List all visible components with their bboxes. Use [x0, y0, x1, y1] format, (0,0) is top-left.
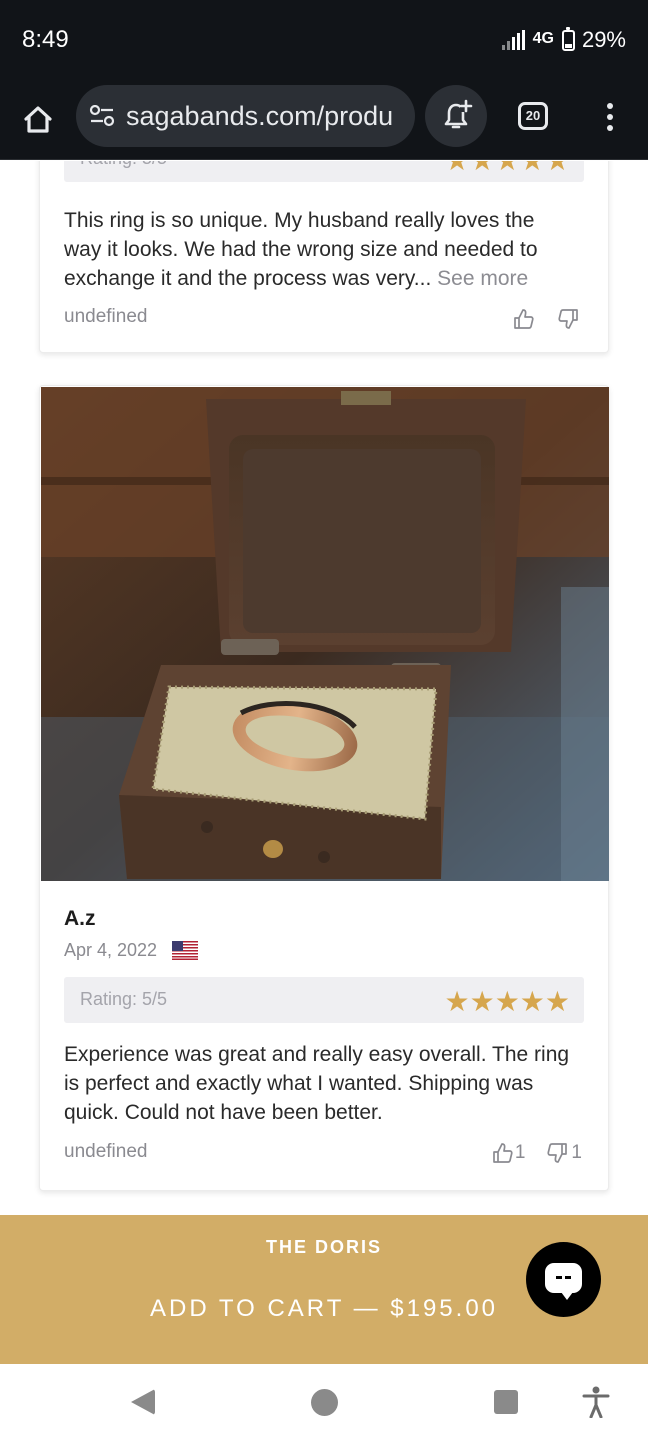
recents-icon[interactable]	[494, 1390, 518, 1414]
thumbs-down-icon	[558, 309, 578, 329]
back-icon[interactable]	[131, 1389, 155, 1415]
chat-button[interactable]	[526, 1242, 601, 1317]
reviews-list[interactable]: Rating: 5/5 ★★★★★ This ring is so unique…	[0, 161, 648, 1215]
star-rating: ★★★★★	[444, 986, 570, 1017]
network-type: 4G	[532, 30, 554, 47]
thumbs-up-icon	[492, 1143, 513, 1163]
ring-box-photo	[41, 387, 609, 881]
home-icon	[24, 106, 52, 133]
rating-label: Rating: 5/5	[80, 161, 167, 169]
review-photo[interactable]	[41, 387, 609, 881]
unhelpful-button[interactable]	[558, 308, 582, 330]
review-source: undefined	[64, 1141, 148, 1162]
site-settings-icon[interactable]	[89, 105, 115, 127]
review-source: undefined	[64, 306, 148, 327]
helpful-button[interactable]: 1	[491, 1142, 526, 1164]
helpful-count: 1	[514, 1142, 526, 1163]
signal-icon	[501, 30, 525, 50]
rating-bar: Rating: 5/5 ★★★★★	[64, 977, 584, 1023]
browser-home-button[interactable]	[18, 100, 58, 140]
status-bar: 8:49 4G 29%	[0, 0, 648, 80]
status-indicators: 4G 29%	[501, 26, 626, 53]
review-card: A.z Apr 4, 2022 Rating: 5/5 ★★★★★ Experi…	[39, 385, 609, 1191]
review-card: Rating: 5/5 ★★★★★ This ring is so unique…	[39, 161, 609, 353]
add-notification-button[interactable]	[425, 85, 487, 147]
chat-icon	[545, 1263, 582, 1300]
unhelpful-button[interactable]: 1	[547, 1142, 582, 1164]
add-notification-icon	[444, 99, 473, 129]
reviewer-name: A.z	[64, 907, 96, 930]
thumbs-up-icon	[514, 309, 534, 329]
more-menu-icon[interactable]	[600, 100, 620, 136]
accessibility-icon[interactable]	[582, 1386, 610, 1418]
helpful-button[interactable]	[512, 308, 536, 330]
thumbs-down-icon	[547, 1143, 568, 1163]
review-text: This ring is so unique. My husband reall…	[64, 206, 574, 293]
rating-label: Rating: 5/5	[80, 989, 168, 1009]
unhelpful-count: 1	[571, 1142, 582, 1163]
screen: 8:49 4G 29% sagabands.com/produ 20 This …	[0, 0, 648, 1440]
star-rating: ★★★★★	[444, 161, 570, 177]
browser-toolbar: sagabands.com/produ 20	[0, 80, 648, 160]
status-time: 8:49	[22, 26, 69, 53]
vote-buttons	[512, 308, 582, 330]
url-text: sagabands.com/produ	[126, 101, 394, 131]
address-bar[interactable]: sagabands.com/produ	[76, 85, 415, 147]
home-circle-icon[interactable]	[311, 1389, 338, 1416]
review-text: Experience was great and really easy ove…	[64, 1043, 570, 1124]
vote-buttons: 1 1	[491, 1142, 582, 1164]
tab-switcher-button[interactable]: 20	[518, 102, 548, 130]
rating-bar: Rating: 5/5 ★★★★★	[64, 161, 584, 182]
see-more-link[interactable]: See more	[437, 267, 528, 290]
review-date: Apr 4, 2022	[64, 940, 158, 960]
battery-level: 29%	[581, 27, 626, 52]
system-nav-bar	[0, 1364, 648, 1440]
battery-icon	[561, 26, 575, 51]
us-flag-icon	[172, 941, 198, 960]
